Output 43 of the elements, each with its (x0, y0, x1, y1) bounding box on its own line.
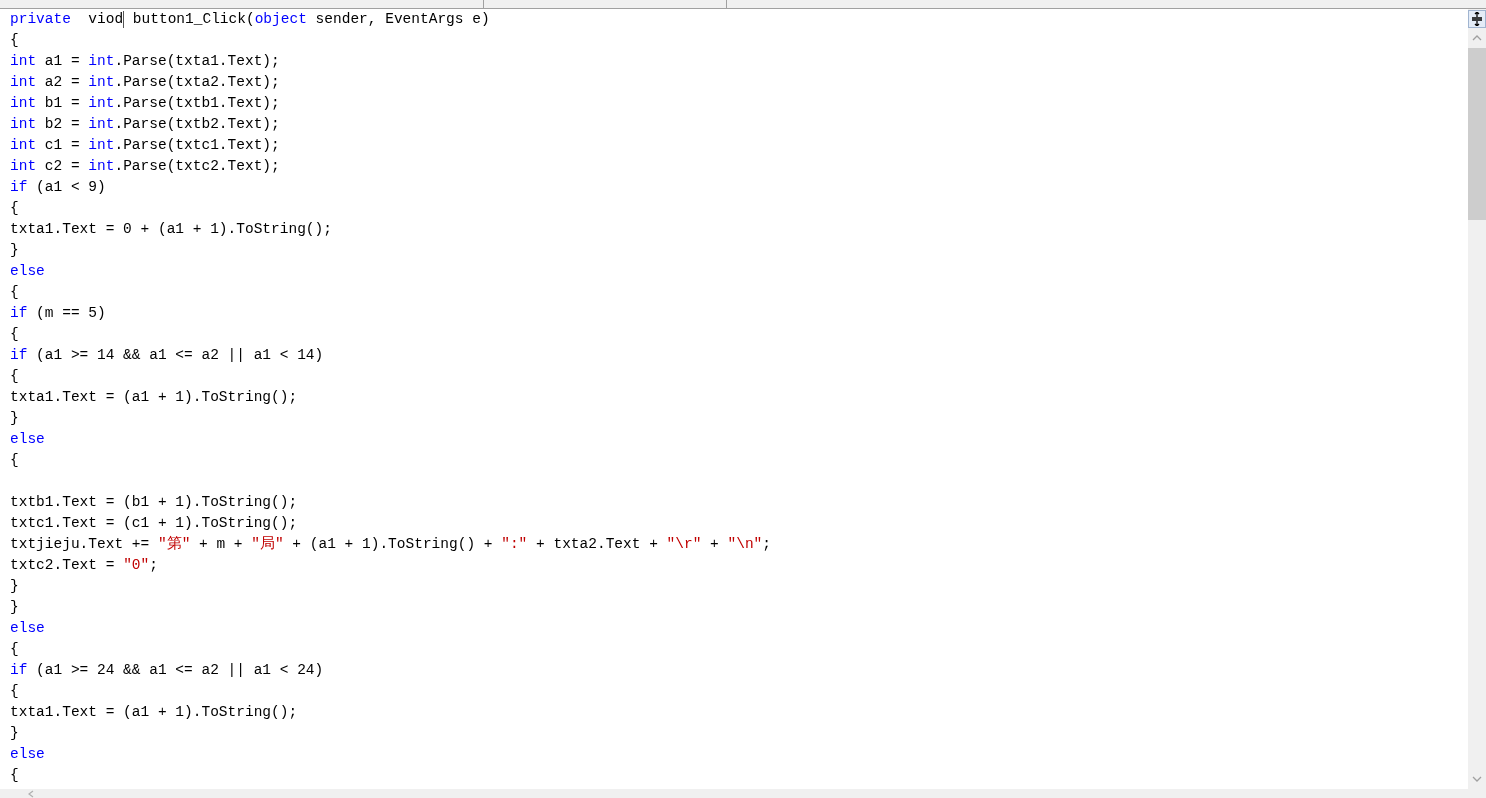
code-line: int b2 = int.Parse(txtb2.Text); (10, 115, 280, 134)
code-line: if (a1 < 9) (10, 178, 106, 197)
code-line: } (10, 577, 19, 596)
code-line: txta1.Text = (a1 + 1).ToString(); (10, 703, 298, 722)
code-line: if (a1 >= 14 && a1 <= a2 || a1 < 14) (10, 346, 324, 365)
code-line: int c2 = int.Parse(txtc2.Text); (10, 157, 280, 176)
code-line: txtb1.Text = (b1 + 1).ToString(); (10, 493, 298, 512)
code-line: } (10, 241, 19, 260)
code-line: else (10, 745, 45, 764)
code-line: else (10, 619, 45, 638)
code-line: } (10, 724, 19, 743)
code-line: txta1.Text = 0 + (a1 + 1).ToString(); (10, 220, 332, 239)
code-line: { (10, 451, 19, 470)
code-line: private viod button1_Click(object sender, EventArgs e) (10, 9, 490, 30)
code-line: { (10, 31, 19, 50)
code-line: { (10, 283, 19, 302)
code-line: txtc2.Text = "0"; (10, 556, 158, 575)
code-line: { (10, 367, 19, 386)
chevron-up-icon (1472, 35, 1482, 41)
code-line: { (10, 766, 19, 785)
code-line: else (10, 430, 45, 449)
code-line: { (10, 640, 19, 659)
code-line: { (10, 199, 19, 218)
code-line: int a1 = int.Parse(txta1.Text); (10, 52, 280, 71)
code-line: if (a1 >= 24 && a1 <= a2 || a1 < 24) (10, 661, 324, 680)
chevron-down-icon (1472, 776, 1482, 782)
code-line: int c1 = int.Parse(txtc1.Text); (10, 136, 280, 155)
code-line: int a2 = int.Parse(txta2.Text); (10, 73, 280, 92)
code-line: int b1 = int.Parse(txtb1.Text); (10, 94, 280, 113)
code-line: { (10, 325, 19, 344)
code-line: } (10, 598, 19, 617)
split-icon (1471, 12, 1483, 26)
code-line: } (10, 409, 19, 428)
scrollbar-thumb[interactable] (1468, 48, 1486, 220)
code-line: else (10, 262, 45, 281)
chevron-left-icon (28, 789, 34, 798)
code-line: { (10, 682, 19, 701)
split-view-button[interactable] (1468, 10, 1486, 28)
code-line: txta1.Text = (a1 + 1).ToString(); (10, 388, 298, 407)
code-line: txtc1.Text = (c1 + 1).ToString(); (10, 514, 298, 533)
horizontal-scrollbar[interactable] (0, 789, 1486, 798)
code-line: if (m == 5) (10, 304, 106, 323)
code-line: txtjieju.Text += "第" + m + "局" + (a1 + 1).ToString() + ":" + txta2.Text + "\r" + "\n"; (10, 535, 771, 554)
